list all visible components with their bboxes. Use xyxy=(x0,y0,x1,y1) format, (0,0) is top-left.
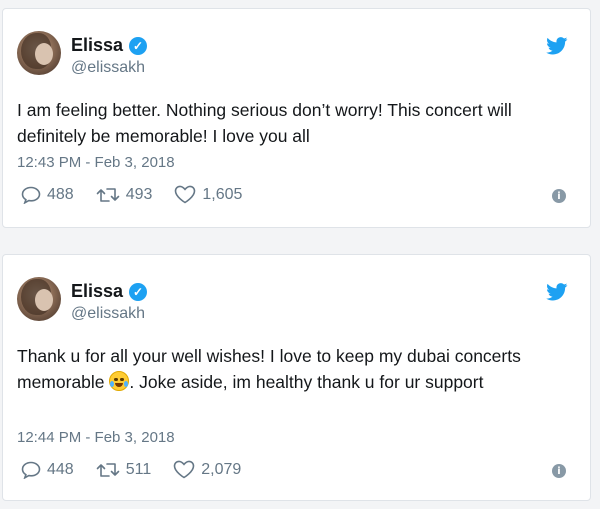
verified-badge-icon: ✓ xyxy=(129,36,148,55)
reply-button[interactable]: 448 xyxy=(21,461,74,479)
avatar[interactable] xyxy=(17,31,61,75)
reply-count: 488 xyxy=(47,185,74,203)
retweet-button[interactable]: 511 xyxy=(96,460,152,479)
like-count: 2,079 xyxy=(201,460,242,478)
like-button[interactable]: 2,079 xyxy=(173,460,241,479)
reply-count: 448 xyxy=(47,460,74,478)
twitter-bird-icon[interactable] xyxy=(546,37,568,55)
like-button[interactable]: 1,605 xyxy=(174,185,242,204)
tweet-card[interactable]: Elissa ✓ @elissakh Thank u for all your … xyxy=(2,254,591,501)
reply-icon xyxy=(21,461,41,479)
author-handle[interactable]: @elissakh xyxy=(71,59,145,77)
author-row: Elissa ✓ xyxy=(71,35,148,56)
tweet-text-part-2: . Joke aside, im healthy thank u for ur … xyxy=(129,372,484,392)
author-name[interactable]: Elissa xyxy=(71,35,123,56)
retweet-count: 493 xyxy=(125,185,153,203)
author-name[interactable]: Elissa xyxy=(71,281,123,302)
reply-button[interactable]: 488 xyxy=(21,186,74,204)
verified-badge-icon: ✓ xyxy=(129,282,148,301)
tweet-actions: 448 511 2,079 xyxy=(21,460,263,479)
twitter-bird-icon[interactable] xyxy=(546,283,568,301)
heart-icon xyxy=(173,460,195,479)
tweet-timestamp[interactable]: 12:43 PM - Feb 3, 2018 xyxy=(17,154,175,171)
tweet-timestamp[interactable]: 12:44 PM - Feb 3, 2018 xyxy=(17,429,175,446)
author-row: Elissa ✓ xyxy=(71,281,148,302)
like-count: 1,605 xyxy=(202,185,243,203)
retweet-icon xyxy=(96,462,120,477)
face-with-tears-of-joy-icon xyxy=(109,371,130,391)
info-icon[interactable]: i xyxy=(552,189,566,203)
info-icon[interactable]: i xyxy=(552,464,566,478)
tweet-card[interactable]: Elissa ✓ @elissakh I am feeling better. … xyxy=(2,8,591,228)
retweet-button[interactable]: 493 xyxy=(96,185,153,204)
tweet-text: I am feeling better. Nothing serious don… xyxy=(17,100,512,146)
tweet-actions: 488 493 1,605 xyxy=(21,185,264,204)
avatar[interactable] xyxy=(17,277,61,321)
retweet-count: 511 xyxy=(125,460,152,478)
tweet-text: Thank u for all your well wishes! I love… xyxy=(17,343,577,395)
heart-icon xyxy=(175,185,196,204)
reply-icon xyxy=(21,186,41,204)
retweet-icon xyxy=(96,187,120,202)
author-handle[interactable]: @elissakh xyxy=(71,305,145,323)
